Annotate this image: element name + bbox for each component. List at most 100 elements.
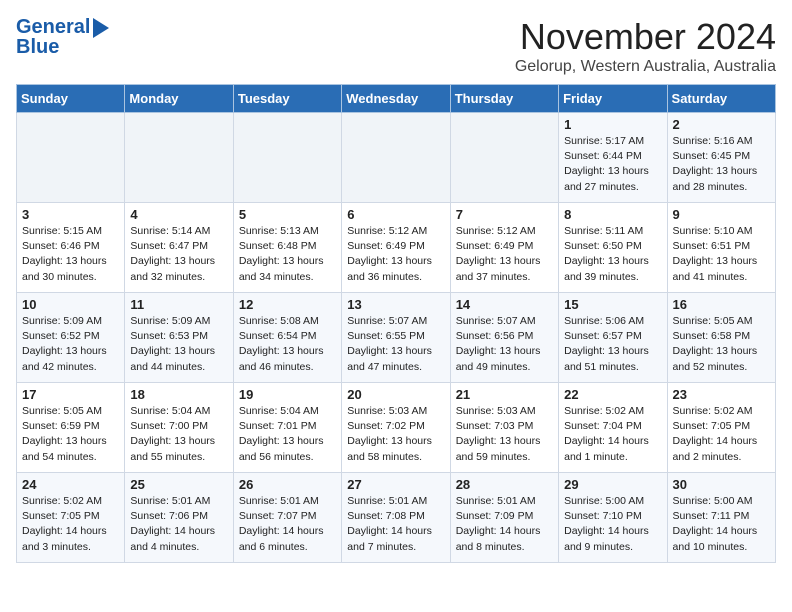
day-number: 16 (673, 297, 770, 312)
page-header: General Blue November 2024 Gelorup, West… (16, 16, 776, 76)
day-info: Sunrise: 5:05 AM Sunset: 6:58 PM Dayligh… (673, 314, 770, 375)
calendar-cell: 29 Sunrise: 5:00 AM Sunset: 7:10 PM Dayli… (559, 473, 667, 563)
day-info: Sunrise: 5:05 AM Sunset: 6:59 PM Dayligh… (22, 404, 119, 465)
calendar-cell: 25 Sunrise: 5:01 AM Sunset: 7:06 PM Dayli… (125, 473, 233, 563)
day-info: Sunrise: 5:03 AM Sunset: 7:02 PM Dayligh… (347, 404, 444, 465)
day-number: 28 (456, 477, 553, 492)
day-info: Sunrise: 5:09 AM Sunset: 6:52 PM Dayligh… (22, 314, 119, 375)
calendar-cell (233, 113, 341, 203)
day-info: Sunrise: 5:04 AM Sunset: 7:00 PM Dayligh… (130, 404, 227, 465)
day-info: Sunrise: 5:01 AM Sunset: 7:09 PM Dayligh… (456, 494, 553, 555)
day-info: Sunrise: 5:02 AM Sunset: 7:05 PM Dayligh… (22, 494, 119, 555)
calendar-cell: 15 Sunrise: 5:06 AM Sunset: 6:57 PM Dayli… (559, 293, 667, 383)
calendar-week-row: 10Sunrise: 5:09 AM Sunset: 6:52 PM Dayli… (17, 293, 776, 383)
day-number: 12 (239, 297, 336, 312)
calendar-cell (125, 113, 233, 203)
day-info: Sunrise: 5:00 AM Sunset: 7:10 PM Dayligh… (564, 494, 661, 555)
day-number: 24 (22, 477, 119, 492)
day-number: 14 (456, 297, 553, 312)
calendar-cell: 4 Sunrise: 5:14 AM Sunset: 6:47 PM Daylig… (125, 203, 233, 293)
calendar-cell: 22 Sunrise: 5:02 AM Sunset: 7:04 PM Dayli… (559, 383, 667, 473)
calendar-cell: 20 Sunrise: 5:03 AM Sunset: 7:02 PM Dayli… (342, 383, 450, 473)
weekday-header-saturday: Saturday (667, 85, 775, 113)
day-number: 18 (130, 387, 227, 402)
calendar-week-row: 3 Sunrise: 5:15 AM Sunset: 6:46 PM Daylig… (17, 203, 776, 293)
day-info: Sunrise: 5:04 AM Sunset: 7:01 PM Dayligh… (239, 404, 336, 465)
weekday-header-row: SundayMondayTuesdayWednesdayThursdayFrid… (17, 85, 776, 113)
day-number: 13 (347, 297, 444, 312)
calendar-cell: 18 Sunrise: 5:04 AM Sunset: 7:00 PM Dayli… (125, 383, 233, 473)
day-number: 9 (673, 207, 770, 222)
day-number: 19 (239, 387, 336, 402)
page-title: November 2024 (515, 16, 776, 58)
day-info: Sunrise: 5:02 AM Sunset: 7:04 PM Dayligh… (564, 404, 661, 465)
title-block: November 2024 Gelorup, Western Australia… (515, 16, 776, 76)
calendar-cell: 6 Sunrise: 5:12 AM Sunset: 6:49 PM Daylig… (342, 203, 450, 293)
day-number: 4 (130, 207, 227, 222)
calendar-cell: 21Sunrise: 5:03 AM Sunset: 7:03 PM Dayli… (450, 383, 558, 473)
day-info: Sunrise: 5:12 AM Sunset: 6:49 PM Dayligh… (456, 224, 553, 285)
day-info: Sunrise: 5:16 AM Sunset: 6:45 PM Dayligh… (673, 134, 770, 195)
day-info: Sunrise: 5:01 AM Sunset: 7:07 PM Dayligh… (239, 494, 336, 555)
calendar-cell: 23 Sunrise: 5:02 AM Sunset: 7:05 PM Dayli… (667, 383, 775, 473)
day-number: 15 (564, 297, 661, 312)
calendar-cell (342, 113, 450, 203)
calendar-table: SundayMondayTuesdayWednesdayThursdayFrid… (16, 84, 776, 563)
calendar-cell: 11 Sunrise: 5:09 AM Sunset: 6:53 PM Dayli… (125, 293, 233, 383)
day-info: Sunrise: 5:15 AM Sunset: 6:46 PM Dayligh… (22, 224, 119, 285)
weekday-header-friday: Friday (559, 85, 667, 113)
calendar-cell: 13Sunrise: 5:07 AM Sunset: 6:55 PM Dayli… (342, 293, 450, 383)
day-number: 23 (673, 387, 770, 402)
day-number: 29 (564, 477, 661, 492)
calendar-cell: 3 Sunrise: 5:15 AM Sunset: 6:46 PM Daylig… (17, 203, 125, 293)
day-number: 26 (239, 477, 336, 492)
calendar-week-row: 1 Sunrise: 5:17 AM Sunset: 6:44 PM Daylig… (17, 113, 776, 203)
calendar-cell: 10Sunrise: 5:09 AM Sunset: 6:52 PM Dayli… (17, 293, 125, 383)
day-info: Sunrise: 5:12 AM Sunset: 6:49 PM Dayligh… (347, 224, 444, 285)
calendar-cell: 24 Sunrise: 5:02 AM Sunset: 7:05 PM Dayli… (17, 473, 125, 563)
day-number: 22 (564, 387, 661, 402)
day-number: 3 (22, 207, 119, 222)
calendar-week-row: 24 Sunrise: 5:02 AM Sunset: 7:05 PM Dayli… (17, 473, 776, 563)
calendar-cell: 1 Sunrise: 5:17 AM Sunset: 6:44 PM Daylig… (559, 113, 667, 203)
day-info: Sunrise: 5:08 AM Sunset: 6:54 PM Dayligh… (239, 314, 336, 375)
day-number: 17 (22, 387, 119, 402)
day-number: 27 (347, 477, 444, 492)
calendar-cell (17, 113, 125, 203)
day-info: Sunrise: 5:06 AM Sunset: 6:57 PM Dayligh… (564, 314, 661, 375)
calendar-cell: 28 Sunrise: 5:01 AM Sunset: 7:09 PM Dayli… (450, 473, 558, 563)
day-info: Sunrise: 5:13 AM Sunset: 6:48 PM Dayligh… (239, 224, 336, 285)
calendar-cell: 26 Sunrise: 5:01 AM Sunset: 7:07 PM Dayli… (233, 473, 341, 563)
weekday-header-sunday: Sunday (17, 85, 125, 113)
day-info: Sunrise: 5:01 AM Sunset: 7:06 PM Dayligh… (130, 494, 227, 555)
day-info: Sunrise: 5:00 AM Sunset: 7:11 PM Dayligh… (673, 494, 770, 555)
day-info: Sunrise: 5:14 AM Sunset: 6:47 PM Dayligh… (130, 224, 227, 285)
day-number: 6 (347, 207, 444, 222)
calendar-cell: 9 Sunrise: 5:10 AM Sunset: 6:51 PM Daylig… (667, 203, 775, 293)
weekday-header-wednesday: Wednesday (342, 85, 450, 113)
day-info: Sunrise: 5:10 AM Sunset: 6:51 PM Dayligh… (673, 224, 770, 285)
day-number: 2 (673, 117, 770, 132)
calendar-cell: 8Sunrise: 5:11 AM Sunset: 6:50 PM Daylig… (559, 203, 667, 293)
calendar-cell: 14Sunrise: 5:07 AM Sunset: 6:56 PM Dayli… (450, 293, 558, 383)
logo: General Blue (16, 16, 109, 58)
day-number: 20 (347, 387, 444, 402)
weekday-header-thursday: Thursday (450, 85, 558, 113)
day-number: 1 (564, 117, 661, 132)
day-info: Sunrise: 5:02 AM Sunset: 7:05 PM Dayligh… (673, 404, 770, 465)
calendar-cell: 5 Sunrise: 5:13 AM Sunset: 6:48 PM Daylig… (233, 203, 341, 293)
calendar-cell: 16 Sunrise: 5:05 AM Sunset: 6:58 PM Dayli… (667, 293, 775, 383)
day-info: Sunrise: 5:11 AM Sunset: 6:50 PM Dayligh… (564, 224, 661, 285)
calendar-cell (450, 113, 558, 203)
day-number: 5 (239, 207, 336, 222)
day-number: 25 (130, 477, 227, 492)
day-info: Sunrise: 5:09 AM Sunset: 6:53 PM Dayligh… (130, 314, 227, 375)
day-info: Sunrise: 5:01 AM Sunset: 7:08 PM Dayligh… (347, 494, 444, 555)
day-info: Sunrise: 5:03 AM Sunset: 7:03 PM Dayligh… (456, 404, 553, 465)
calendar-cell: 19 Sunrise: 5:04 AM Sunset: 7:01 PM Dayli… (233, 383, 341, 473)
day-number: 30 (673, 477, 770, 492)
day-number: 11 (130, 297, 227, 312)
day-number: 7 (456, 207, 553, 222)
day-info: Sunrise: 5:17 AM Sunset: 6:44 PM Dayligh… (564, 134, 661, 195)
page-subtitle: Gelorup, Western Australia, Australia (515, 58, 776, 76)
